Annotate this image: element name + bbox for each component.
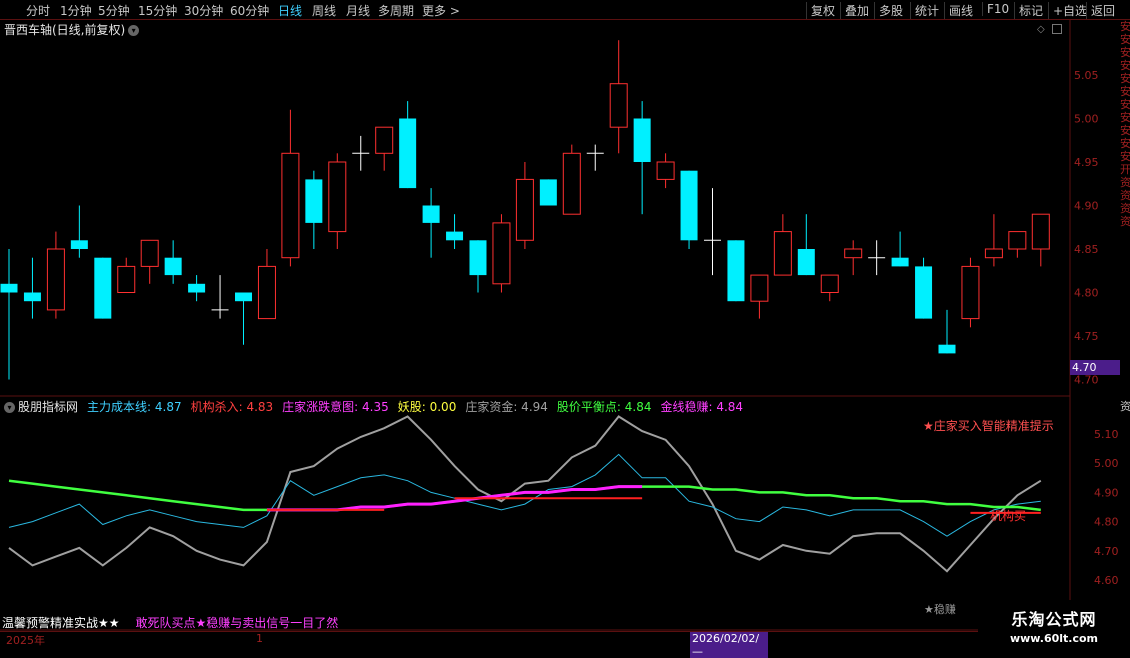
candle-up [515, 178, 534, 241]
date-axis: 2025年 1 2026/02/02/— [0, 631, 978, 658]
indicator-label-0: 主力成本线: 4.87 [87, 400, 182, 414]
chevron-down-icon[interactable]: ▾ [4, 402, 15, 413]
candle-down [727, 240, 745, 302]
formula-subtitle: 敢死队买点★稳赚与卖出信号一目了然 [135, 616, 339, 630]
candle-down [94, 257, 112, 319]
indicator-label-5: 股价平衡点: 4.84 [556, 400, 652, 414]
indicator-label-6: 金线稳赚: 4.84 [660, 400, 744, 414]
indicator-tick: 5.00 [1094, 457, 1119, 470]
cost-line [8, 453, 1041, 537]
candle-down [446, 231, 464, 241]
price-tick: 5.05 [1074, 69, 1099, 82]
site-watermark: 乐淘公式网 www.60lt.com [978, 600, 1130, 650]
candle-up [961, 265, 980, 320]
price-tick: 4.80 [1074, 287, 1099, 300]
candle-down [891, 257, 909, 267]
balance-line [8, 479, 1041, 512]
candle-up [773, 231, 792, 276]
candle-down [164, 257, 182, 276]
candle-down [938, 344, 956, 354]
formula-description: 温馨预警精准实战★★ 敢死队买点★稳赚与卖出信号一目了然 [2, 614, 338, 631]
indicator-label-1: 机构杀入: 4.83 [190, 400, 274, 414]
price-tick: 5.00 [1074, 113, 1099, 126]
candle-down [70, 240, 88, 249]
cursor-date: 2026/02/02/— [690, 632, 768, 658]
candle-down [539, 179, 557, 206]
last-price-tag: 4.70 [1070, 360, 1120, 375]
year-label: 2025年 [6, 634, 45, 647]
candle-up [328, 161, 347, 233]
indicator-tick: 4.80 [1094, 516, 1119, 529]
watermark-title: 乐淘公式网 [1011, 610, 1097, 629]
candle-up [609, 83, 628, 128]
indicator-label-3: 妖股: 0.00 [397, 400, 457, 414]
candle-up [492, 222, 511, 285]
formula-title: 温馨预警精准实战★★ [2, 616, 120, 630]
price-chart[interactable]: 5.05 5.00 4.95 4.90 4.85 4.80 4.75 4.70 5.10 5.00… [0, 0, 1130, 650]
candle-up [281, 152, 300, 259]
candle-up [46, 248, 65, 311]
price-tick: 4.85 [1074, 243, 1099, 256]
candle-up [844, 248, 863, 259]
candle-down [188, 283, 206, 293]
stable-profit-label: ★稳赚 [924, 603, 956, 616]
candle-down [469, 240, 487, 276]
candle-down [305, 179, 323, 223]
candle-down [23, 292, 41, 302]
candle-down [422, 205, 440, 223]
candle-up [656, 161, 675, 180]
candle-up [140, 239, 159, 267]
candle-up [984, 248, 1003, 259]
candle-down [235, 292, 252, 302]
candle-up [1008, 231, 1027, 250]
candle-down [399, 118, 417, 189]
indicator-label-2: 庄家涨跌意图: 4.35 [282, 400, 389, 414]
right-side-column-2: 资 [1120, 400, 1130, 413]
candle-down [915, 266, 933, 319]
price-tick: 4.75 [1074, 330, 1099, 343]
candle-up [257, 265, 276, 320]
indicator-tick: 4.70 [1094, 545, 1119, 558]
institution-buy-label: 机构买 [990, 509, 1027, 523]
indicator-header: ▾ 股朋指标网 主力成本线: 4.87 机构杀入: 4.83 庄家涨跌意图: 4.35 妖… [4, 398, 749, 414]
indicator-tick: 4.60 [1094, 574, 1119, 587]
indicator-tick: 4.90 [1094, 486, 1119, 499]
indicator-tick: 5.10 [1094, 428, 1119, 441]
candle-down [0, 283, 18, 293]
right-side-column: 安安安安安安安安安安安开资资资资 [1120, 20, 1130, 228]
indicator-name[interactable]: 股朋指标网 [18, 400, 78, 414]
smart-buy-tip: ★庄家买入智能精准提示 [923, 419, 1054, 433]
candle-up [750, 274, 769, 302]
indicator-label-4: 庄家资金: 4.94 [465, 400, 548, 414]
candle-down [797, 249, 815, 276]
price-tick: 4.90 [1074, 200, 1099, 213]
candle-up [820, 274, 839, 294]
candle-up [375, 126, 394, 154]
price-tick: 4.95 [1074, 156, 1099, 169]
month-label: 1 [256, 632, 263, 645]
candle-up [562, 152, 581, 215]
watermark-url: www.60lt.com [1009, 632, 1099, 645]
candle-up [117, 265, 136, 293]
price-tick: 4.70 [1074, 374, 1099, 387]
candle-up [1031, 213, 1050, 250]
candle-down [633, 118, 651, 162]
candle-down [680, 170, 698, 241]
